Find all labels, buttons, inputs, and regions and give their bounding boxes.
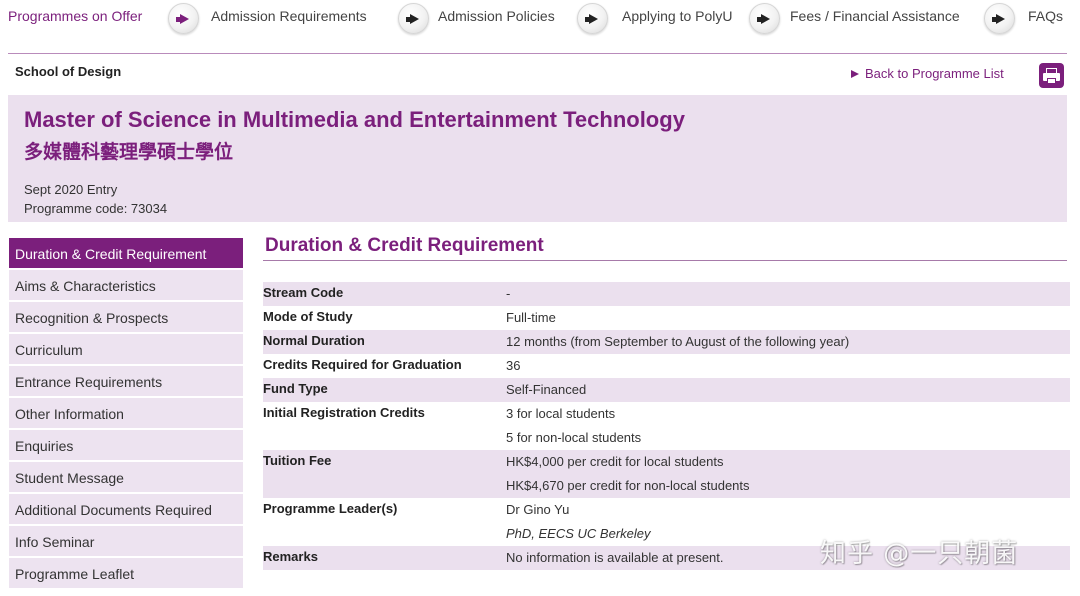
sidebar-item-duration-credit[interactable]: Duration & Credit Requirement xyxy=(9,238,243,270)
nav-admission-policies[interactable]: Admission Policies xyxy=(438,8,555,24)
sidebar-item-enquiries[interactable]: Enquiries xyxy=(9,430,243,462)
table-row: Credits Required for Graduation 36 xyxy=(263,354,1070,378)
sidebar-item-programme-leaflet[interactable]: Programme Leaflet xyxy=(9,558,243,590)
nav-fees-financial-assistance[interactable]: Fees / Financial Assistance xyxy=(790,8,960,24)
row-value: 36 xyxy=(506,358,521,373)
top-navigation: Programmes on Offer Admission Requiremen… xyxy=(0,0,1080,38)
row-label: Stream Code xyxy=(263,285,344,300)
programme-title-english: Master of Science in Multimedia and Ente… xyxy=(24,107,685,132)
programme-entry: Sept 2020 Entry xyxy=(24,182,118,197)
nav-faqs[interactable]: FAQs xyxy=(1028,8,1063,24)
row-value: PhD, EECS UC Berkeley xyxy=(506,526,651,541)
back-link-label: Back to Programme List xyxy=(865,66,1004,81)
school-name: School of Design xyxy=(15,64,122,79)
nav-divider xyxy=(8,53,1067,54)
watermark: 知乎 @一只朝菌 xyxy=(820,539,1019,569)
row-label: Mode of Study xyxy=(263,309,353,324)
row-value: - xyxy=(506,286,511,301)
row-value: 3 for local students xyxy=(506,406,616,421)
row-label: Fund Type xyxy=(263,381,328,396)
table-row: Fund Type Self-Financed xyxy=(263,378,1070,402)
row-value: 5 for non-local students xyxy=(506,430,642,445)
nav-programmes-on-offer[interactable]: Programmes on Offer xyxy=(8,8,142,24)
nav-applying-to-polyu[interactable]: Applying to PolyU xyxy=(622,8,733,24)
programme-title-chinese: 多媒體科藝理學碩士學位 xyxy=(24,141,234,163)
programme-code: Programme code: 73034 xyxy=(24,201,168,216)
row-label: Initial Registration Credits xyxy=(263,405,425,420)
back-to-programme-list-link[interactable]: Back to Programme List xyxy=(851,66,1004,81)
programme-info-table: Stream Code - Mode of Study Full-time No… xyxy=(263,282,1070,570)
row-value: Dr Gino Yu xyxy=(506,502,570,517)
triangle-right-icon xyxy=(851,70,859,78)
sidebar-menu: Duration & Credit Requirement Aims & Cha… xyxy=(9,238,243,590)
table-row: Stream Code - xyxy=(263,282,1070,306)
row-value: 12 months (from September to August of t… xyxy=(506,334,850,349)
table-row: Normal Duration 12 months (from Septembe… xyxy=(263,330,1070,354)
sidebar-item-student-message[interactable]: Student Message xyxy=(9,462,243,494)
row-value: HK$4,670 per credit for non-local studen… xyxy=(506,478,750,493)
sidebar-item-aims[interactable]: Aims & Characteristics xyxy=(9,270,243,302)
table-row: Initial Registration Credits 3 for local… xyxy=(263,402,1070,450)
row-value: No information is available at present. xyxy=(506,550,724,565)
sidebar-item-curriculum[interactable]: Curriculum xyxy=(9,334,243,366)
programme-header: Master of Science in Multimedia and Ente… xyxy=(8,95,1067,222)
table-row: Mode of Study Full-time xyxy=(263,306,1070,330)
row-value: Full-time xyxy=(506,310,556,325)
sidebar-item-recognition[interactable]: Recognition & Prospects xyxy=(9,302,243,334)
arrow-right-icon xyxy=(984,3,1015,34)
arrow-right-icon xyxy=(398,3,429,34)
row-label: Programme Leader(s) xyxy=(263,501,398,516)
sidebar-item-entrance-requirements[interactable]: Entrance Requirements xyxy=(9,366,243,398)
sidebar-item-additional-documents[interactable]: Additional Documents Required xyxy=(9,494,243,526)
arrow-right-icon xyxy=(749,3,780,34)
table-row: Tuition Fee HK$4,000 per credit for loca… xyxy=(263,450,1070,498)
row-value: Self-Financed xyxy=(506,382,587,397)
section-title: Duration & Credit Requirement xyxy=(265,235,544,256)
row-label: Remarks xyxy=(263,549,318,564)
row-label: Normal Duration xyxy=(263,333,365,348)
row-label: Tuition Fee xyxy=(263,453,332,468)
row-label: Credits Required for Graduation xyxy=(263,357,462,372)
arrow-right-icon xyxy=(577,3,608,34)
row-value: HK$4,000 per credit for local students xyxy=(506,454,724,469)
sidebar-item-other-information[interactable]: Other Information xyxy=(9,398,243,430)
arrow-right-icon xyxy=(168,3,199,34)
section-divider xyxy=(263,260,1067,261)
sidebar-item-info-seminar[interactable]: Info Seminar xyxy=(9,526,243,558)
nav-admission-requirements[interactable]: Admission Requirements xyxy=(211,8,367,24)
printer-icon[interactable] xyxy=(1039,63,1064,88)
